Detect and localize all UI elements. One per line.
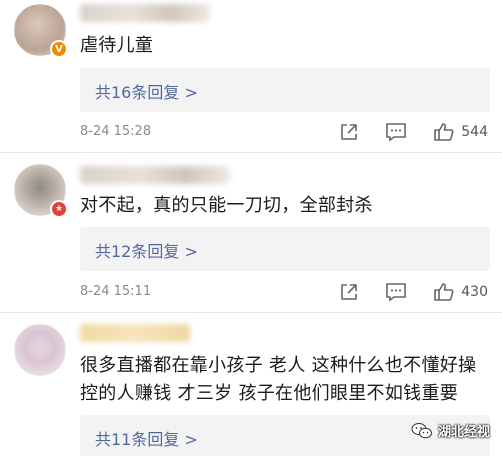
- avatar[interactable]: [14, 324, 66, 376]
- replies-link[interactable]: 共12条回复 >: [80, 227, 490, 271]
- verified-badge-icon: V: [50, 40, 68, 58]
- username-blurred[interactable]: [80, 4, 210, 22]
- comment-actions: 544: [313, 121, 488, 143]
- like-button[interactable]: 430: [433, 282, 488, 302]
- divider: [0, 312, 502, 313]
- thumbs-up-icon: [434, 123, 454, 141]
- like-button[interactable]: 544: [433, 122, 488, 142]
- like-count: 544: [461, 124, 488, 140]
- wechat-icon: [411, 422, 432, 438]
- comment-button[interactable]: [385, 122, 407, 142]
- badge-icon: ★: [50, 200, 68, 218]
- comment-text-line-2: 控的人赚钱 才三岁 孩子在他们眼里不如钱重要: [80, 383, 459, 404]
- comment-text: 虐待儿童: [80, 35, 154, 56]
- watermark-label: 湖北经视: [437, 425, 490, 440]
- comment-icon: [386, 123, 407, 142]
- comment-text-line-1: 很多直播都在靠小孩子 老人 这种什么也不懂好操: [80, 355, 477, 376]
- share-icon: [341, 124, 358, 140]
- repost-button[interactable]: [339, 282, 359, 302]
- timestamp: 8-24 15:28: [80, 124, 152, 139]
- divider: [0, 152, 502, 153]
- comment-icon: [386, 283, 407, 302]
- watermark: 湖北经视: [411, 421, 490, 440]
- comment-button[interactable]: [385, 282, 407, 302]
- username-blurred[interactable]: [80, 166, 230, 184]
- like-count: 430: [461, 284, 488, 300]
- share-icon: [341, 284, 358, 300]
- replies-label[interactable]: 共16条回复 >: [95, 79, 198, 103]
- repost-button[interactable]: [339, 122, 359, 142]
- username-blurred[interactable]: [80, 324, 190, 342]
- thumbs-up-icon: [434, 283, 454, 301]
- replies-link[interactable]: 共16条回复 >: [80, 68, 490, 112]
- replies-label[interactable]: 共12条回复 >: [95, 238, 198, 262]
- comment-text: 对不起，真的只能一刀切，全部封杀: [80, 195, 373, 216]
- replies-label[interactable]: 共11条回复 >: [95, 426, 198, 450]
- timestamp: 8-24 15:11: [80, 284, 152, 299]
- comment-actions: 430: [313, 281, 488, 303]
